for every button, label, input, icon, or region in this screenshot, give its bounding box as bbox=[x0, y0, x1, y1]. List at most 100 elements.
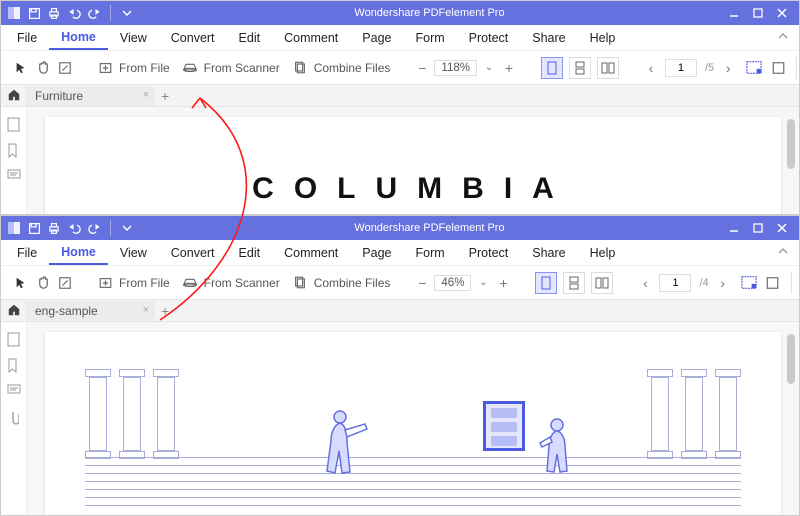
screenshot-tool-icon[interactable] bbox=[746, 60, 762, 76]
undo-icon[interactable] bbox=[67, 6, 81, 20]
save-icon[interactable] bbox=[27, 221, 41, 235]
print-icon[interactable] bbox=[47, 6, 61, 20]
edit-tool-icon[interactable] bbox=[57, 60, 73, 76]
view-continuous-button[interactable] bbox=[569, 57, 591, 79]
undo-icon[interactable] bbox=[67, 221, 81, 235]
close-tab-icon[interactable]: × bbox=[143, 304, 149, 316]
document-viewport[interactable] bbox=[27, 322, 799, 515]
vertical-scrollbar[interactable] bbox=[787, 334, 795, 384]
minimize-button[interactable] bbox=[725, 219, 743, 237]
comments-icon[interactable] bbox=[7, 169, 21, 183]
from-scanner-label[interactable]: From Scanner bbox=[204, 276, 280, 290]
zoom-value[interactable]: 118% bbox=[434, 60, 477, 76]
view-single-page-button[interactable] bbox=[541, 57, 563, 79]
from-scanner-icon[interactable] bbox=[182, 275, 198, 291]
from-file-icon[interactable] bbox=[97, 60, 113, 76]
menu-form[interactable]: Form bbox=[403, 25, 456, 50]
vertical-scrollbar[interactable] bbox=[787, 119, 795, 169]
menu-protect[interactable]: Protect bbox=[457, 25, 521, 50]
select-tool-icon[interactable] bbox=[13, 60, 29, 76]
collapse-ribbon-icon[interactable] bbox=[777, 31, 789, 43]
comments-icon[interactable] bbox=[7, 384, 21, 398]
new-tab-button[interactable]: + bbox=[161, 303, 169, 319]
read-mode-icon[interactable] bbox=[765, 275, 781, 291]
page-number-input[interactable] bbox=[665, 59, 697, 77]
bookmarks-icon[interactable] bbox=[7, 143, 21, 157]
zoom-in-button[interactable]: + bbox=[495, 275, 511, 291]
maximize-button[interactable] bbox=[749, 219, 767, 237]
from-scanner-icon[interactable] bbox=[182, 60, 198, 76]
save-icon[interactable] bbox=[27, 6, 41, 20]
attachments-icon[interactable] bbox=[7, 410, 21, 424]
menu-view[interactable]: View bbox=[108, 240, 159, 265]
menu-home[interactable]: Home bbox=[49, 25, 108, 50]
menu-share[interactable]: Share bbox=[520, 240, 577, 265]
combine-files-icon[interactable] bbox=[292, 60, 308, 76]
new-tab-button[interactable]: + bbox=[161, 88, 169, 104]
document-tab-furniture[interactable]: Furniture × bbox=[25, 86, 155, 106]
menu-file[interactable]: File bbox=[5, 25, 49, 50]
menu-convert[interactable]: Convert bbox=[159, 240, 227, 265]
zoom-dropdown-icon[interactable]: ⌄ bbox=[481, 62, 497, 73]
minimize-button[interactable] bbox=[725, 4, 743, 22]
menu-form[interactable]: Form bbox=[403, 240, 456, 265]
from-file-label[interactable]: From File bbox=[119, 276, 170, 290]
maximize-button[interactable] bbox=[749, 4, 767, 22]
hand-tool-icon[interactable] bbox=[35, 275, 51, 291]
thumbnails-icon[interactable] bbox=[7, 332, 21, 346]
from-file-icon[interactable] bbox=[97, 275, 113, 291]
home-icon[interactable] bbox=[7, 303, 21, 317]
caret-down-icon[interactable] bbox=[120, 221, 134, 235]
combine-files-icon[interactable] bbox=[292, 275, 308, 291]
menu-view[interactable]: View bbox=[108, 25, 159, 50]
menu-help[interactable]: Help bbox=[578, 240, 628, 265]
menu-comment[interactable]: Comment bbox=[272, 25, 350, 50]
menu-page[interactable]: Page bbox=[350, 240, 403, 265]
next-page-button[interactable]: › bbox=[715, 275, 731, 291]
zoom-dropdown-icon[interactable]: ⌄ bbox=[475, 277, 491, 288]
zoom-in-button[interactable]: + bbox=[501, 60, 517, 76]
thumbnails-icon[interactable] bbox=[7, 117, 21, 131]
redo-icon[interactable] bbox=[87, 6, 101, 20]
view-single-page-button[interactable] bbox=[535, 272, 557, 294]
document-tab-eng-sample[interactable]: eng-sample × bbox=[25, 301, 155, 321]
zoom-out-button[interactable]: − bbox=[414, 60, 430, 76]
menu-edit[interactable]: Edit bbox=[227, 25, 273, 50]
from-file-label[interactable]: From File bbox=[119, 61, 170, 75]
hand-tool-icon[interactable] bbox=[35, 60, 51, 76]
menu-help[interactable]: Help bbox=[578, 25, 628, 50]
menu-edit[interactable]: Edit bbox=[227, 240, 273, 265]
read-mode-icon[interactable] bbox=[770, 60, 786, 76]
close-tab-icon[interactable]: × bbox=[143, 89, 149, 101]
screenshot-tool-icon[interactable] bbox=[741, 275, 757, 291]
collapse-ribbon-icon[interactable] bbox=[777, 246, 789, 258]
view-facing-button[interactable] bbox=[591, 272, 613, 294]
prev-page-button[interactable]: ‹ bbox=[643, 60, 659, 76]
menu-comment[interactable]: Comment bbox=[272, 240, 350, 265]
menu-protect[interactable]: Protect bbox=[457, 240, 521, 265]
next-page-button[interactable]: › bbox=[720, 60, 736, 76]
close-button[interactable] bbox=[773, 219, 791, 237]
menu-share[interactable]: Share bbox=[520, 25, 577, 50]
view-facing-button[interactable] bbox=[597, 57, 619, 79]
menu-file[interactable]: File bbox=[5, 240, 49, 265]
zoom-value[interactable]: 46% bbox=[434, 275, 471, 291]
combine-files-label[interactable]: Combine Files bbox=[314, 61, 391, 75]
page-number-input[interactable] bbox=[659, 274, 691, 292]
combine-files-label[interactable]: Combine Files bbox=[314, 276, 391, 290]
print-icon[interactable] bbox=[47, 221, 61, 235]
document-viewport[interactable]: COLUMBIA bbox=[27, 107, 799, 214]
zoom-out-button[interactable]: − bbox=[414, 275, 430, 291]
bookmarks-icon[interactable] bbox=[7, 358, 21, 372]
menu-convert[interactable]: Convert bbox=[159, 25, 227, 50]
menu-home[interactable]: Home bbox=[49, 240, 108, 265]
from-scanner-label[interactable]: From Scanner bbox=[204, 61, 280, 75]
menu-page[interactable]: Page bbox=[350, 25, 403, 50]
caret-down-icon[interactable] bbox=[120, 6, 134, 20]
edit-tool-icon[interactable] bbox=[57, 275, 73, 291]
close-button[interactable] bbox=[773, 4, 791, 22]
redo-icon[interactable] bbox=[87, 221, 101, 235]
view-continuous-button[interactable] bbox=[563, 272, 585, 294]
prev-page-button[interactable]: ‹ bbox=[637, 275, 653, 291]
select-tool-icon[interactable] bbox=[13, 275, 29, 291]
